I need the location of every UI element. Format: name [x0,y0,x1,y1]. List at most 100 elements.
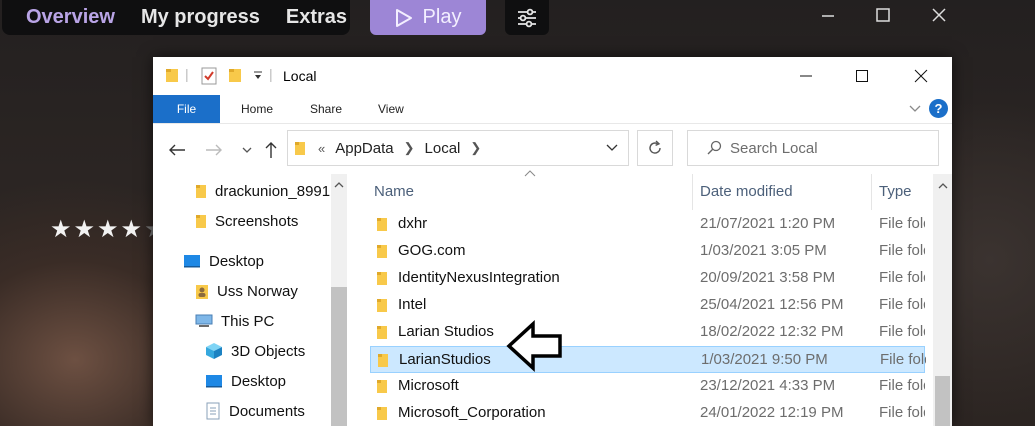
nav-pane-label: Desktop [231,372,287,390]
launcher-close-button[interactable] [928,4,950,26]
close-icon [932,8,946,22]
file-date-modified: 1/03/2021 3:05 PM [700,242,827,259]
forward-arrow-icon [206,144,222,156]
folder-icon [377,299,387,312]
nav-extras[interactable]: Extras [286,6,347,29]
minimize-icon [800,75,812,77]
ribbon-tabs: File Home Share View ? [153,95,952,124]
folder-icon [377,218,387,231]
nav-pane-label: Desktop [209,252,265,270]
address-history-chevron-icon[interactable] [606,144,618,152]
nav-pane-label: This PC [221,312,275,330]
search-box[interactable]: Search Local [687,130,939,166]
folder-icon [377,380,387,393]
column-header-type[interactable]: Type [879,174,912,210]
search-icon [707,140,722,155]
navigation-row: « AppData ❯ Local ❯ Search Local [153,124,952,174]
file-row[interactable]: Larian Studios 18/02/2022 12:32 PM File fo… [370,319,925,346]
file-type: File folder [879,323,925,340]
folder-icon [377,326,387,339]
back-arrow-icon [169,144,185,156]
close-icon [914,69,928,83]
launcher-maximize-button[interactable] [872,4,894,26]
tab-view[interactable]: View [378,95,404,123]
tab-share[interactable]: Share [310,95,342,123]
nav-pane-item-this-pc[interactable]: This PC [195,308,274,334]
nav-pane-item-uss-norway[interactable]: Uss Norway [195,278,298,304]
play-label: Play [422,6,462,28]
column-divider[interactable] [871,174,872,210]
file-type: File folder [879,215,925,232]
breadcrumb-appdata[interactable]: AppData [335,140,393,157]
breadcrumb-separator-icon[interactable]: ❯ [470,140,481,156]
file-type: File folder [879,404,925,421]
file-row[interactable]: Microsoft 23/12/2021 4:33 PM File folder [370,373,925,400]
refresh-icon [649,140,661,154]
explorer-maximize-button[interactable] [850,65,874,87]
nav-pane-item-3d-objects[interactable]: 3D Objects [205,338,305,364]
file-row[interactable]: GOG.com 1/03/2021 3:05 PM File folder [370,238,925,265]
nav-pane-label: Documents [229,402,305,420]
file-name: LarianStudios [399,351,491,368]
explorer-close-button[interactable] [909,65,933,87]
tab-file[interactable]: File [153,95,220,123]
help-button[interactable]: ? [929,99,948,118]
column-header-date-modified[interactable]: Date modified [700,174,793,210]
file-name: Microsoft_Corporation [398,404,546,421]
file-row[interactable]: Intel 25/04/2021 12:56 PM File folder [370,292,925,319]
back-button[interactable] [167,140,187,160]
user-folder-icon [196,285,208,299]
nav-overview[interactable]: Overview [26,6,115,29]
file-row[interactable]: IdentityNexusIntegration 20/09/2021 3:58 … [370,265,925,292]
launcher-minimize-button[interactable] [817,4,839,26]
file-row[interactable]: dxhr 21/07/2021 1:20 PM File folder [370,211,925,238]
file-name: Microsoft [398,377,459,394]
properties-icon[interactable] [201,67,217,85]
folder-icon [377,407,387,420]
file-date-modified: 25/04/2021 12:56 PM [700,296,844,313]
scroll-up-arrow-icon[interactable] [334,181,344,189]
nav-pane-item-documents[interactable]: Documents [205,398,305,424]
column-header-name[interactable]: Name [374,174,414,210]
launcher-nav-bar: Overview My progress Extras [2,0,350,35]
nav-pane-item-desktop-2[interactable]: Desktop [205,368,286,394]
breadcrumb-separator-icon[interactable]: ❯ [404,140,415,156]
recent-locations-button[interactable] [237,140,257,160]
maximize-icon [876,8,890,22]
quick-access-dropdown-icon[interactable] [253,71,263,81]
expand-ribbon-chevron-icon[interactable] [908,101,922,115]
star-icon: ★ [73,216,96,243]
up-button[interactable] [261,140,281,160]
star-icon: ★ [120,216,143,243]
nav-my-progress[interactable]: My progress [141,6,260,29]
file-type: File folder [879,242,925,259]
new-folder-icon[interactable] [228,67,242,83]
column-divider[interactable] [692,174,693,210]
play-icon [395,8,412,27]
file-type: File folder [880,351,926,368]
refresh-button[interactable] [637,130,673,166]
navigation-pane: drackunion_8991 Screenshots Desktop Uss … [153,174,347,426]
folder-icon [378,354,388,367]
nav-pane-item-drackunion[interactable]: drackunion_8991 [195,178,330,204]
launcher-settings-button[interactable] [505,0,549,35]
explorer-minimize-button[interactable] [794,65,818,87]
address-bar[interactable]: « AppData ❯ Local ❯ [287,130,629,166]
nav-pane-scrollbar-thumb[interactable] [331,287,347,426]
window-title: Local [283,68,317,84]
file-row[interactable]: Microsoft_Corporation 24/01/2022 12:19 PM… [370,400,925,426]
folder-icon [377,272,387,285]
forward-button[interactable] [204,140,224,160]
scroll-up-arrow-icon[interactable] [938,182,948,190]
breadcrumb-overflow[interactable]: « [318,141,325,156]
file-row[interactable]: LarianStudios 1/03/2021 9:50 PM File folde… [370,346,926,373]
file-date-modified: 18/02/2022 12:32 PM [700,323,844,340]
folder-icon [196,215,206,228]
file-list-scrollbar-thumb[interactable] [935,376,950,426]
tab-home[interactable]: Home [241,95,273,123]
play-button[interactable]: Play [370,0,486,35]
breadcrumb-local[interactable]: Local [425,140,461,157]
nav-pane-item-desktop[interactable]: Desktop [183,248,264,274]
explorer-titlebar: | | Local [153,57,952,95]
nav-pane-item-screenshots[interactable]: Screenshots [195,208,298,234]
